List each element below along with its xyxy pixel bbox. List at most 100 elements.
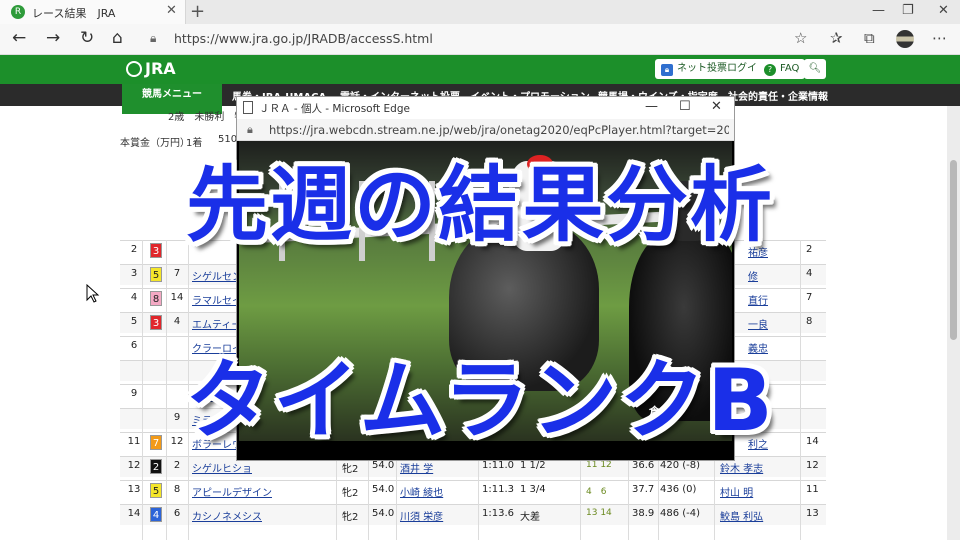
jra-logo[interactable]: JRA [126,59,176,78]
popup-titlebar[interactable]: ＪＲＡ - 個人 - Microsoft Edge — ☐ ✕ [237,97,734,119]
cell-trainer-partial[interactable]: 直行 [748,292,768,307]
cell-pos: 12 [127,460,141,471]
cell-trainer-partial[interactable]: 一良 [748,316,768,331]
cell-sex: 牝2 [342,512,359,523]
nav-item-social[interactable]: 社会的責任・企業情報 [728,88,828,103]
cell-num: 2 [173,460,181,471]
cell-jockey[interactable]: 酒井 学 [400,460,433,475]
lock-icon: 🔒︎ [150,31,157,45]
cell-pop: 11 [806,484,819,495]
cell-num: 14 [170,292,184,303]
table-row: 5 13 8 アピールデザイン 牝2 54.0 小崎 綾也 1:11.3 1 3/4 4 6 37.… [120,480,826,501]
cell-trainer[interactable]: 鈴木 孝志 [720,460,763,475]
jra-header: JRA 🔒︎ ネット投票ログイン ? FAQ 🔍︎ [0,55,960,84]
popup-close-icon[interactable]: ✕ [711,99,722,114]
cell-pos: 3 [130,268,138,279]
question-icon: ? [764,64,776,76]
cell-jockey[interactable]: 川須 栄彦 [400,508,443,523]
login-label: ネット投票ログイン [677,63,767,74]
cell-num: 7 [173,268,181,279]
search-icon: 🔍︎ [808,63,822,74]
popup-maximize-icon[interactable]: ☐ [679,99,691,114]
lock-icon: 🔒︎ [661,64,673,76]
search-button[interactable]: 🔍︎ [804,59,826,79]
popup-url[interactable]: https://jra.webcdn.stream.ne.jp/web/jra/… [269,123,729,137]
page-icon [243,101,253,114]
cell-name[interactable]: カシノネメシス [192,508,262,523]
frame-number-badge: 5 [150,267,162,282]
collections-icon[interactable]: ⧉ [864,29,875,47]
cell-l3f: 37.7 [632,484,655,495]
cell-trainer[interactable]: 鮫島 利弘 [720,508,763,523]
net-vote-login-button[interactable]: 🔒︎ ネット投票ログイン [655,59,773,79]
cell-wt: 54.0 [372,460,395,471]
caption-time-rank: タイムランクB [185,351,775,451]
cell-name[interactable]: アピールデザイン [192,484,272,499]
cell-time: 1:13.6 [482,508,514,519]
frame-number-badge: 3 [150,315,162,330]
tab-jra-results[interactable]: R レース結果 JRA ✕ [0,0,186,24]
cell-margin: 大差 [520,512,540,523]
refresh-icon[interactable]: ↻ [80,28,94,48]
cell-trainer-partial[interactable]: 修 [748,268,758,283]
address-bar: ← → ↻ ⌂ 🔒︎ https://www.jra.go.jp/JRADB/a… [0,24,960,55]
cell-body: 420 (-8) [660,460,701,471]
cell-num: 6 [173,508,181,519]
cell-pop: 4 [806,268,813,279]
cell-pop: 13 [806,508,819,519]
faq-button[interactable]: ? FAQ [758,59,806,79]
cell-jockey[interactable]: 小崎 綾也 [400,484,443,499]
cell-pop: 7 [806,292,813,303]
cell-pos: 5 [130,316,138,327]
more-menu-icon[interactable]: ⋯ [932,29,947,47]
cell-name[interactable]: シゲルヒショ [192,460,252,475]
cell-margin: 1 1/2 [520,460,546,471]
cell-wt: 54.0 [372,508,395,519]
cell-pass: 4 6 [586,487,607,497]
caption-weekly-analysis: 先週の結果分析 [185,158,774,253]
cell-sex: 牝2 [342,488,359,499]
cell-num: 8 [173,484,181,495]
cell-l3f: 38.9 [632,508,655,519]
mouse-cursor-icon [86,284,100,303]
cell-name[interactable]: シゲルセン [192,268,242,283]
close-window-icon[interactable]: ✕ [938,3,949,18]
popup-minimize-icon[interactable]: — [645,99,658,114]
jra-logo-text: JRA [145,59,176,78]
minimize-icon[interactable]: — [872,3,885,18]
cell-num: 4 [173,316,181,327]
cell-l3f: 36.6 [632,460,655,471]
frame-number-badge: 4 [150,507,162,522]
tab-bar: R レース結果 JRA ✕ + — ❐ ✕ [0,0,960,24]
favorite-star-icon[interactable]: ☆ [794,29,807,47]
url-input[interactable]: https://www.jra.go.jp/JRADB/accessS.html [174,31,433,46]
frame-number-badge: 2 [150,459,162,474]
back-icon[interactable]: ← [12,28,26,48]
frame-number-badge: 8 [150,291,162,306]
cell-margin: 1 3/4 [520,484,546,495]
popup-title: ＪＲＡ - 個人 - Microsoft Edge [259,103,410,115]
cell-pass: 11 12 [586,460,612,470]
cell-name[interactable]: ラマルセイ [192,292,242,307]
cell-pop: 12 [806,460,819,471]
forward-icon[interactable]: → [46,28,60,48]
close-tab-icon[interactable]: ✕ [166,3,177,18]
cell-name[interactable]: エムティー [192,316,241,331]
cell-wt: 54.0 [372,484,395,495]
cell-trainer[interactable]: 村山 明 [720,484,753,499]
new-tab-icon[interactable]: + [190,1,205,22]
restore-icon[interactable]: ❐ [902,3,914,18]
home-icon[interactable]: ⌂ [112,28,123,48]
cell-body: 486 (-4) [660,508,701,519]
cell-sex: 牝2 [342,464,359,475]
cell-time: 1:11.0 [482,460,514,471]
table-row: 4 14 6 カシノネメシス 牝2 54.0 川須 栄彦 1:13.6 大差 13 14 38.9 4… [120,504,826,525]
profile-avatar[interactable] [896,30,914,48]
cell-pass: 13 14 [586,508,612,518]
cell-pos: 13 [127,484,141,495]
jra-ring-icon [126,61,142,77]
cell-pos: 4 [130,292,138,303]
tab-title: レース結果 JRA [32,7,116,20]
favorites-list-icon[interactable]: ✰ [830,29,843,47]
faq-label: FAQ [780,63,800,74]
